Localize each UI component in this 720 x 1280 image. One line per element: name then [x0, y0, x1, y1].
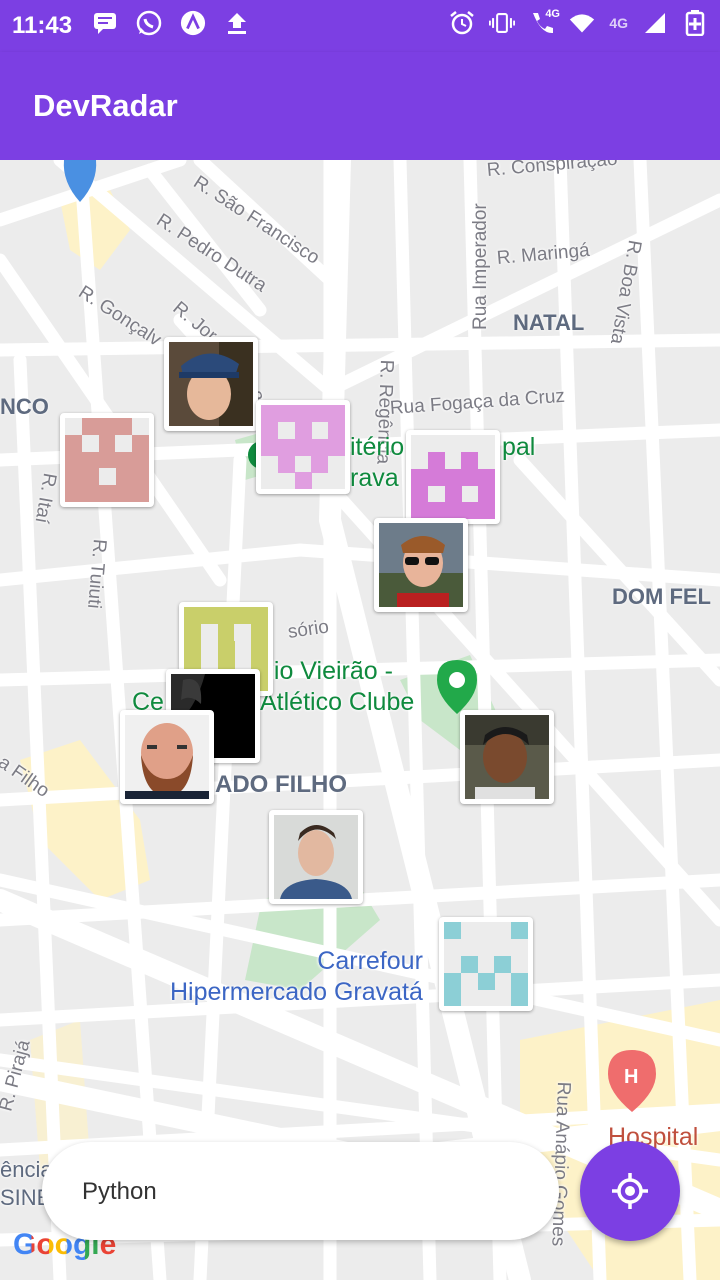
app-icon [180, 10, 206, 36]
vibrate-icon [489, 10, 516, 36]
search-bar[interactable] [42, 1142, 559, 1240]
call-icon: 4G [529, 8, 560, 36]
my-location-icon [612, 1173, 648, 1209]
dev-marker-photo-4[interactable] [120, 710, 214, 804]
dev-marker-photo-2[interactable] [374, 518, 468, 612]
dev-marker-photo-5[interactable] [460, 710, 554, 804]
dev-marker-identicon-1[interactable] [60, 413, 154, 507]
avatar [65, 418, 149, 502]
area-label: NCO [0, 394, 49, 419]
message-icon [92, 10, 118, 36]
avatar [261, 405, 345, 489]
dev-marker-photo-1[interactable] [164, 337, 258, 431]
street-label: Rua Imperador [470, 203, 491, 330]
whatsapp-icon [136, 10, 162, 36]
dev-marker-identicon-5[interactable] [439, 917, 533, 1011]
battery-icon [682, 10, 708, 36]
area-label: DOM FEL [612, 584, 711, 609]
avatar [411, 435, 495, 519]
network-type-2: 4G [609, 15, 628, 31]
avatar [444, 922, 528, 1006]
poi-hospital-label: pal [502, 433, 536, 461]
avatar [169, 342, 253, 426]
wifi-icon [569, 10, 595, 36]
status-time: 11:43 [12, 12, 73, 39]
avatar [379, 523, 463, 607]
alarm-icon [449, 10, 475, 36]
signal-icon [642, 10, 668, 36]
dev-marker-identicon-2[interactable] [256, 400, 350, 494]
dev-marker-identicon-3[interactable] [406, 430, 500, 524]
upload-icon [224, 10, 250, 36]
dev-marker-photo-6[interactable] [269, 810, 363, 904]
svg-text:H: H [624, 1066, 638, 1088]
poi-stadium-label: dio Vieirão - Atlético Clube [260, 657, 415, 717]
avatar [274, 815, 358, 899]
app-title: DevRadar [33, 88, 178, 123]
area-label: NATAL [513, 310, 585, 335]
status-bar: 11:43 4G 4G [0, 0, 720, 52]
app-bar: DevRadar [0, 52, 720, 160]
map-view[interactable]: H R. São Francisco R. Pedro Dutra R. Gon… [0, 160, 720, 1280]
avatar [125, 715, 209, 799]
network-type: 4G [545, 8, 560, 20]
poi-cemetery-label: itério rava [350, 433, 405, 493]
avatar [465, 715, 549, 799]
poi-carrefour-label: Carrefour Hipermercado Gravatá [170, 947, 423, 1007]
area-label: ADO FILHO [215, 771, 347, 798]
my-location-button[interactable] [580, 1141, 680, 1241]
search-input[interactable] [80, 1172, 524, 1212]
